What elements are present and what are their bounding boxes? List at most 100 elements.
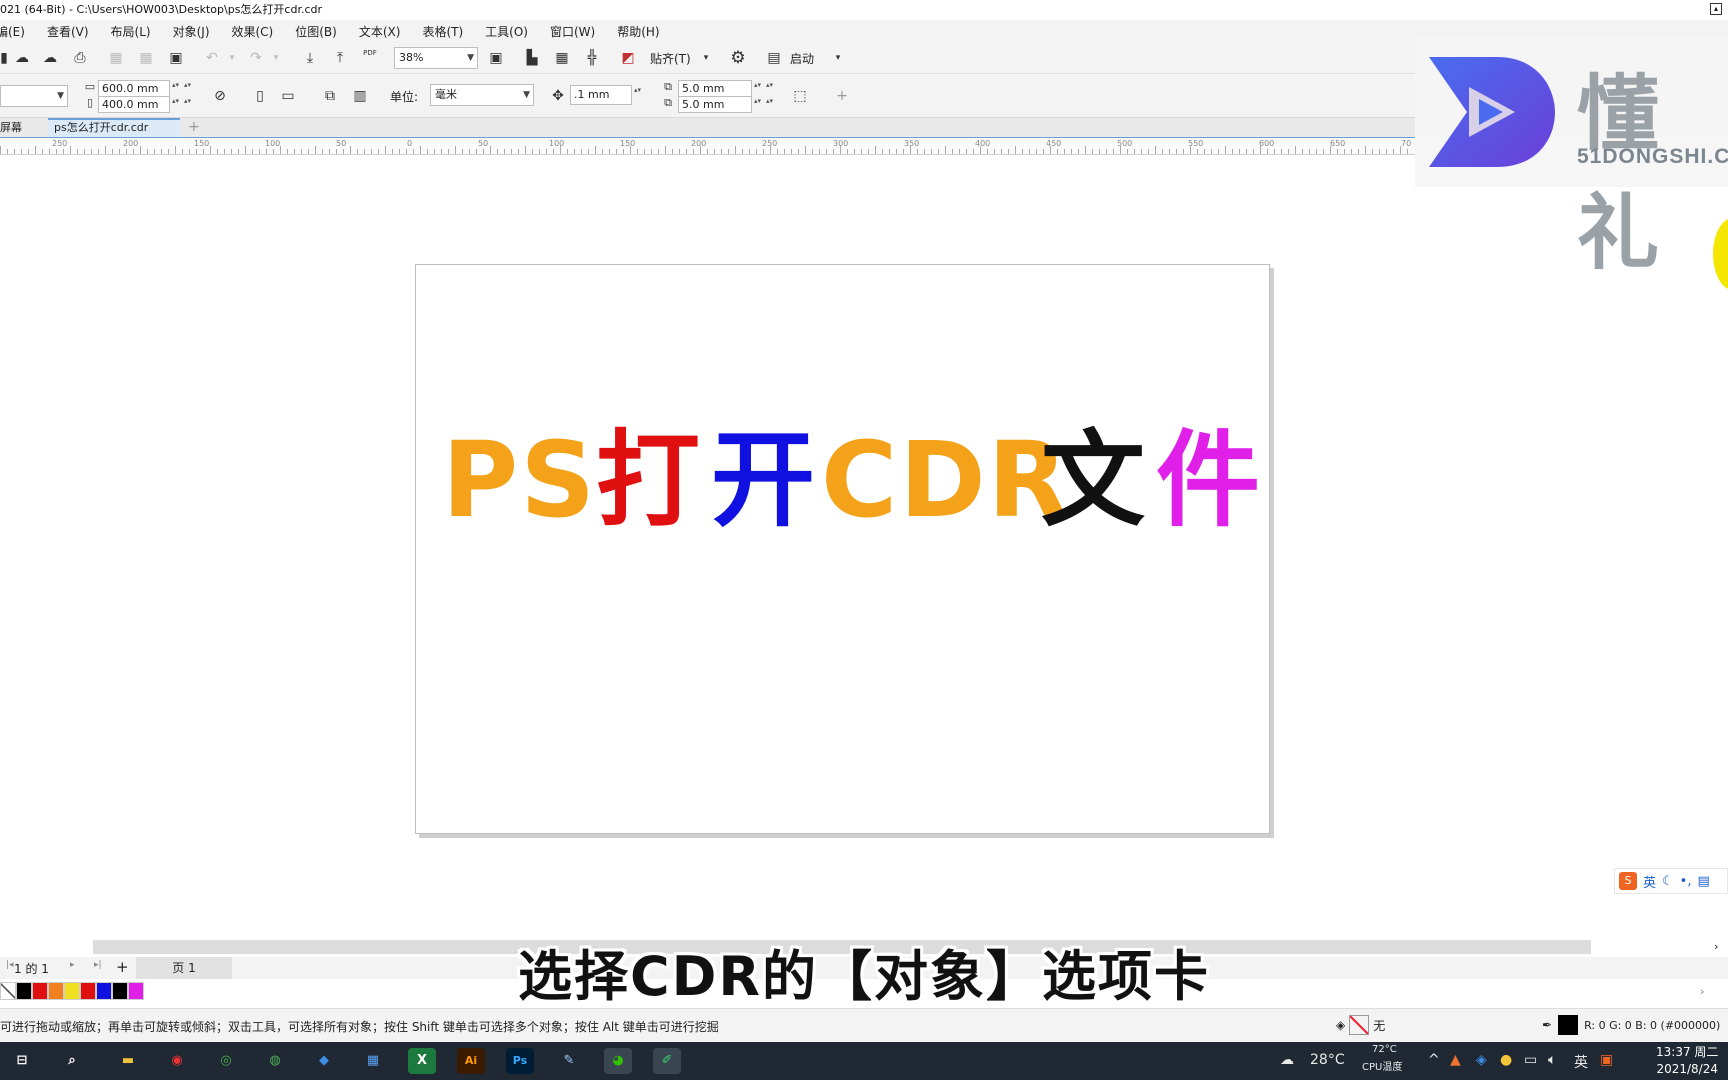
- show-grid-icon[interactable]: ▦: [552, 48, 572, 68]
- search-icon[interactable]: ⌕: [58, 1048, 86, 1074]
- tab-screen[interactable]: 屏幕: [0, 118, 28, 137]
- redo-dropdown-icon[interactable]: ▾: [266, 48, 286, 68]
- copy-icon[interactable]: ▦: [136, 48, 156, 68]
- units-combo[interactable]: 毫米 ▼: [430, 84, 534, 106]
- all-pages-icon[interactable]: ⧉: [320, 86, 340, 106]
- page-width-field[interactable]: 600.0 mm: [98, 80, 170, 97]
- fill-indicator[interactable]: ◈ 无: [1336, 1015, 1385, 1035]
- tab-document[interactable]: ps怎么打开cdr.cdr: [48, 118, 180, 137]
- page-height-field[interactable]: 400.0 mm: [98, 96, 170, 113]
- width-lock-icon[interactable]: ▴▾: [184, 81, 194, 89]
- add-tab-icon[interactable]: +: [182, 118, 202, 137]
- width-spinner-icon[interactable]: ▴▾: [172, 81, 182, 89]
- clock[interactable]: 13:37 周二 2021/8/24: [1656, 1044, 1718, 1078]
- artwork-word-ps[interactable]: PS: [442, 425, 597, 535]
- menu-table[interactable]: 表格(T): [422, 23, 473, 40]
- tray-security-icon[interactable]: ●: [1500, 1052, 1512, 1068]
- page-size-combo[interactable]: ▼: [0, 85, 68, 107]
- notes-app-icon[interactable]: ▦: [359, 1048, 387, 1074]
- ime-lang[interactable]: 英: [1643, 872, 1656, 891]
- publish-pdf-icon[interactable]: PDF: [360, 48, 380, 68]
- menu-object[interactable]: 对象(J): [173, 23, 220, 40]
- tray-lang[interactable]: 英: [1574, 1052, 1588, 1072]
- chrome-icon[interactable]: ◎: [212, 1048, 240, 1074]
- artwork-word-cdr[interactable]: CDR: [821, 425, 1070, 535]
- tray-ime-icon[interactable]: ▣: [1600, 1052, 1613, 1068]
- dup-y-spinner-icon[interactable]: ▴▾: [754, 97, 764, 105]
- menu-tools[interactable]: 工具(O): [485, 23, 538, 40]
- export-icon[interactable]: ⤒: [330, 48, 350, 68]
- tray-shield-icon[interactable]: ◈: [1476, 1052, 1487, 1068]
- excel-icon[interactable]: X: [408, 1048, 436, 1074]
- moon-icon[interactable]: ☾: [1662, 874, 1674, 889]
- pen-app-icon[interactable]: ✎: [555, 1048, 583, 1074]
- menu-window[interactable]: 窗口(W): [550, 23, 605, 40]
- artwork-word-wen[interactable]: 文: [1041, 425, 1147, 535]
- duplicate-distance-x-field[interactable]: 5.0 mm: [678, 80, 752, 97]
- punct-icon[interactable]: •,: [1680, 874, 1692, 889]
- snap-icon[interactable]: ◩: [618, 48, 638, 68]
- page-orientation-icon[interactable]: ⊘: [210, 86, 230, 106]
- options-gear-icon[interactable]: ⚙: [728, 48, 748, 68]
- artwork-word-da[interactable]: 打: [596, 425, 702, 535]
- duplicate-distance-y-field[interactable]: 5.0 mm: [678, 96, 752, 113]
- menu-effects[interactable]: 效果(C): [232, 23, 284, 40]
- weather-temp[interactable]: 28°C: [1310, 1052, 1345, 1068]
- show-rulers-icon[interactable]: ▙: [522, 48, 542, 68]
- menu-view[interactable]: 查看(V): [47, 23, 99, 40]
- wechat-icon[interactable]: ◕: [604, 1048, 632, 1074]
- import-icon[interactable]: ⤓: [300, 48, 320, 68]
- outline-indicator[interactable]: ✒ R: 0 G: 0 B: 0 (#000000): [1542, 1015, 1720, 1035]
- undo-dropdown-icon[interactable]: ▾: [222, 48, 242, 68]
- redo-icon[interactable]: ↷: [246, 48, 266, 68]
- menu-edit[interactable]: 编(E): [0, 23, 35, 40]
- feather-app-icon[interactable]: ◆: [310, 1048, 338, 1074]
- artwork-word-kai[interactable]: 开: [711, 425, 817, 535]
- launch-label[interactable]: 启动: [790, 50, 814, 67]
- sogou-icon[interactable]: S: [1619, 872, 1637, 890]
- full-screen-icon[interactable]: ▣: [486, 48, 506, 68]
- portrait-icon[interactable]: ▯: [250, 86, 270, 106]
- show-guidelines-icon[interactable]: ╬: [582, 48, 602, 68]
- tray-app-icon[interactable]: ▲: [1450, 1052, 1461, 1068]
- dup-x-spinner-icon[interactable]: ▴▾: [754, 81, 764, 89]
- add-icon[interactable]: +: [832, 86, 852, 106]
- tray-expand-icon[interactable]: ^: [1428, 1052, 1440, 1068]
- height-spinner-icon[interactable]: ▴▾: [172, 97, 182, 105]
- paste-icon[interactable]: ▣: [166, 48, 186, 68]
- nudge-spinner-icon[interactable]: ▴▾: [634, 86, 644, 94]
- menu-text[interactable]: 文本(X): [359, 23, 411, 40]
- cut-icon[interactable]: ▦: [106, 48, 126, 68]
- illustrator-icon[interactable]: Ai: [457, 1048, 485, 1074]
- cloud-upload-icon[interactable]: ☁: [12, 48, 32, 68]
- browser-icon[interactable]: ◍: [261, 1048, 289, 1074]
- keyboard-icon[interactable]: ▤: [1697, 874, 1709, 889]
- nudge-distance-field[interactable]: .1 mm: [570, 85, 632, 105]
- landscape-icon[interactable]: ▭: [278, 86, 298, 106]
- height-lock-icon[interactable]: ▴▾: [184, 97, 194, 105]
- network-icon[interactable]: ▭: [1524, 1052, 1537, 1068]
- menu-help[interactable]: 帮助(H): [617, 23, 669, 40]
- print-icon[interactable]: ⎙: [70, 48, 90, 68]
- screen-recorder-icon[interactable]: ◉: [163, 1048, 191, 1074]
- volume-icon[interactable]: 🔈︎: [1548, 1052, 1556, 1068]
- photoshop-icon[interactable]: Ps: [506, 1048, 534, 1074]
- launch-app-icon[interactable]: ▤: [764, 48, 784, 68]
- current-page-icon[interactable]: ▥: [350, 86, 370, 106]
- document-page[interactable]: PS 打 开 CDR 文 件: [415, 264, 1270, 834]
- snap-to-label[interactable]: 贴齐(T): [650, 50, 691, 67]
- menu-layout[interactable]: 布局(L): [111, 23, 161, 40]
- treat-as-filled-icon[interactable]: ⬚: [790, 86, 810, 106]
- snap-dropdown-icon[interactable]: ▾: [696, 48, 716, 68]
- file-explorer-icon[interactable]: ▬: [114, 1048, 142, 1074]
- artwork-word-jian[interactable]: 件: [1156, 425, 1262, 535]
- coreldraw-icon[interactable]: ✐: [653, 1048, 681, 1074]
- menu-bitmaps[interactable]: 位图(B): [295, 23, 347, 40]
- weather-icon[interactable]: ☁: [1280, 1052, 1294, 1068]
- launch-dropdown-icon[interactable]: ▾: [828, 48, 848, 68]
- dup-y-spinner2-icon[interactable]: ▴▾: [766, 97, 776, 105]
- undo-icon[interactable]: ↶: [202, 48, 222, 68]
- horizontal-ruler[interactable]: 250 200 150 100 50 0 50 100 150 200 250 300 350 400 45…: [0, 137, 1415, 155]
- cloud-download-icon[interactable]: ☁: [40, 48, 60, 68]
- dup-x-spinner2-icon[interactable]: ▴▾: [766, 81, 776, 89]
